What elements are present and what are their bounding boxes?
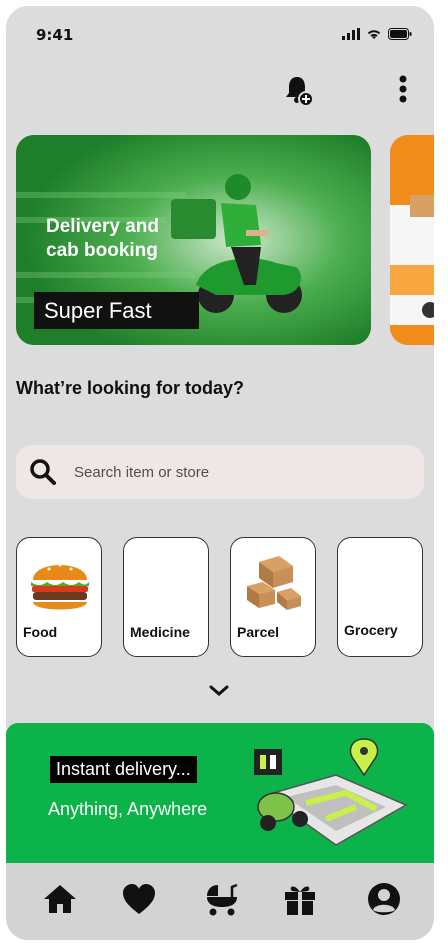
notification-bell-icon[interactable] — [283, 74, 315, 112]
promo-tag: Instant delivery... — [50, 756, 197, 783]
banner-tag: Super Fast — [34, 292, 199, 329]
map-delivery-illustration — [254, 738, 408, 846]
home-icon[interactable] — [42, 881, 78, 917]
section-question: What’re looking for today? — [16, 378, 244, 398]
signal-icon — [342, 28, 360, 40]
phone-screen: 9:41 Delivery and cab booking Super Fast… — [6, 6, 434, 940]
category-grocery[interactable]: Grocery — [337, 537, 423, 657]
chevron-down-icon[interactable] — [208, 684, 230, 698]
battery-icon — [388, 28, 412, 40]
category-label: Parcel — [237, 624, 280, 640]
bottom-nav — [6, 863, 434, 940]
heart-icon[interactable] — [121, 881, 157, 917]
boxes-icon — [247, 556, 301, 610]
search-bar[interactable] — [16, 445, 424, 499]
instant-delivery-promo[interactable]: Instant delivery... Anything, Anywhere — [6, 723, 434, 863]
banner-title: Delivery and cab booking — [46, 216, 159, 261]
category-label: Food — [23, 624, 58, 640]
category-food[interactable]: Food — [16, 537, 102, 657]
more-options-icon[interactable] — [398, 74, 408, 110]
promo-banner-secondary[interactable] — [390, 135, 434, 345]
category-label: Medicine — [130, 624, 190, 640]
burger-icon — [31, 563, 89, 610]
stroller-icon[interactable] — [204, 881, 240, 917]
promo-banner-delivery[interactable]: Delivery and cab booking Super Fast — [16, 135, 371, 345]
status-time: 9:41 — [36, 26, 74, 44]
category-parcel[interactable]: Parcel — [230, 537, 316, 657]
gift-icon[interactable] — [282, 881, 318, 917]
search-icon — [30, 459, 56, 485]
promo-subtitle: Anything, Anywhere — [48, 799, 208, 819]
category-label: Grocery — [344, 622, 398, 638]
profile-icon[interactable] — [366, 881, 402, 917]
status-icons — [342, 28, 412, 40]
search-input[interactable] — [72, 462, 376, 482]
wifi-icon — [367, 30, 381, 39]
delivery-truck-illustration — [390, 135, 434, 345]
category-medicine[interactable]: Medicine — [123, 537, 209, 657]
